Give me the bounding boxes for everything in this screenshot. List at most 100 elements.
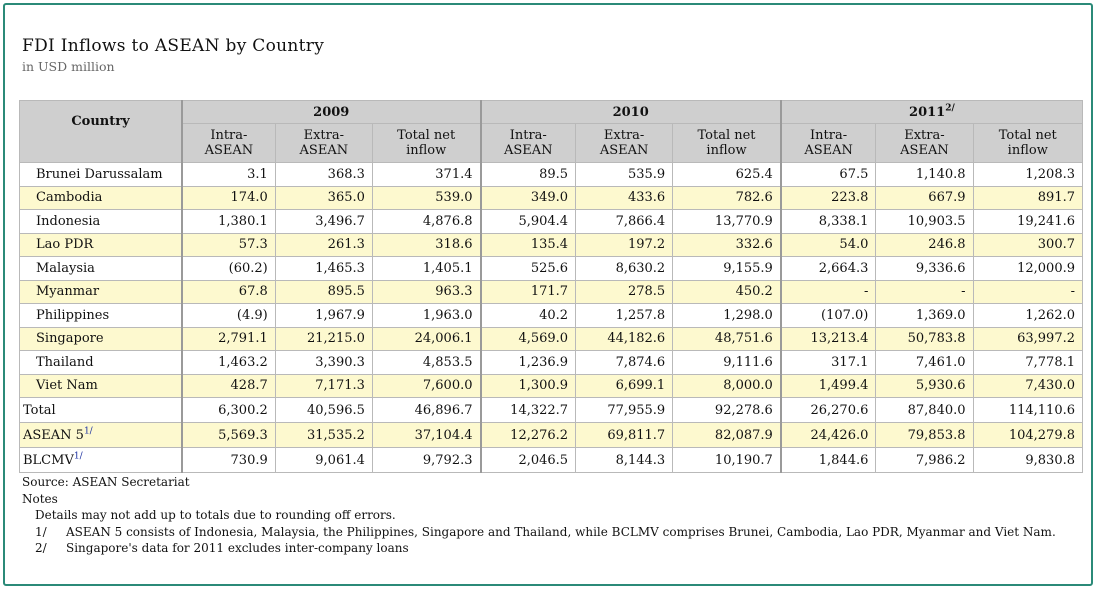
year-header-2009: 2009 bbox=[181, 100, 481, 124]
subheader-cell: Total net inflow bbox=[972, 123, 1084, 163]
value-cell: 67.8 bbox=[180, 279, 276, 304]
value-cell: 82,087.9 bbox=[672, 422, 782, 448]
value-cell: 4,876.8 bbox=[371, 209, 482, 234]
year-header-2010: 2010 bbox=[479, 100, 782, 124]
value-cell: 14,322.7 bbox=[479, 397, 577, 423]
value-cell: 625.4 bbox=[672, 162, 782, 187]
country-cell: Myanmar bbox=[19, 279, 183, 304]
value-cell: 10,190.7 bbox=[672, 447, 782, 473]
country-cell: Thailand bbox=[19, 350, 183, 375]
country-cell: Indonesia bbox=[19, 209, 183, 234]
value-cell: 57.3 bbox=[180, 232, 276, 257]
value-cell: 2,046.5 bbox=[479, 447, 577, 473]
summary-label: Total bbox=[23, 402, 56, 418]
note-1: 1/ASEAN 5 consists of Indonesia, Malaysi… bbox=[35, 524, 1056, 539]
subheader-cell: Extra-ASEAN bbox=[274, 123, 373, 163]
value-cell: 1,262.0 bbox=[972, 303, 1084, 328]
value-cell: - bbox=[875, 279, 974, 304]
value-cell: 40.2 bbox=[479, 303, 577, 328]
value-cell: 1,140.8 bbox=[875, 162, 974, 187]
value-cell: 40,596.5 bbox=[274, 397, 373, 423]
value-cell: 223.8 bbox=[779, 185, 877, 210]
value-cell: 104,279.8 bbox=[972, 422, 1084, 448]
value-cell: 667.9 bbox=[875, 185, 974, 210]
value-cell: 1,844.6 bbox=[779, 447, 877, 473]
subheader-cell: Extra-ASEAN bbox=[875, 123, 974, 163]
value-cell: 9,111.6 bbox=[672, 350, 782, 375]
value-cell: 92,278.6 bbox=[672, 397, 782, 423]
table-row: Singapore 2,791.1 21,215.0 24,006.1 4,569.0 4… bbox=[19, 326, 1084, 351]
value-cell: 8,144.3 bbox=[575, 447, 674, 473]
value-cell: 26,270.6 bbox=[779, 397, 877, 423]
subheader-cell: Total net inflow bbox=[672, 123, 782, 163]
value-cell: (4.9) bbox=[180, 303, 276, 328]
value-cell: 9,792.3 bbox=[371, 447, 482, 473]
value-cell: 7,866.4 bbox=[575, 209, 674, 234]
value-cell: 332.6 bbox=[672, 232, 782, 257]
table-row: Indonesia 1,380.1 3,496.7 4,876.8 5,904.4 7,8… bbox=[19, 209, 1084, 234]
value-cell: 31,535.2 bbox=[274, 422, 373, 448]
value-cell: (60.2) bbox=[180, 256, 276, 281]
table-row: Cambodia 174.0 365.0 539.0 349.0 433.6 782.6 22… bbox=[19, 185, 1084, 210]
value-cell: 535.9 bbox=[575, 162, 674, 187]
value-cell: 7,874.6 bbox=[575, 350, 674, 375]
value-cell: 174.0 bbox=[180, 185, 276, 210]
year-header-row: Country 2009 2010 20112/ bbox=[19, 100, 1083, 163]
value-cell: 2,791.1 bbox=[180, 326, 276, 351]
value-cell: 8,338.1 bbox=[779, 209, 877, 234]
value-cell: 8,000.0 bbox=[672, 373, 782, 398]
value-cell: 1,380.1 bbox=[180, 209, 276, 234]
value-cell: 5,904.4 bbox=[479, 209, 577, 234]
value-cell: 9,336.6 bbox=[875, 256, 974, 281]
source-line: Source: ASEAN Secretariat bbox=[22, 475, 190, 489]
value-cell: 368.3 bbox=[274, 162, 373, 187]
value-cell: 7,430.0 bbox=[972, 373, 1084, 398]
value-cell: 6,699.1 bbox=[575, 373, 674, 398]
value-cell: 300.7 bbox=[972, 232, 1084, 257]
value-cell: 1,405.1 bbox=[371, 256, 482, 281]
value-cell: 4,853.5 bbox=[371, 350, 482, 375]
value-cell: 4,569.0 bbox=[479, 326, 577, 351]
value-cell: 349.0 bbox=[479, 185, 577, 210]
value-cell: 21,215.0 bbox=[274, 326, 373, 351]
value-cell: 3.1 bbox=[180, 162, 276, 187]
value-cell: 539.0 bbox=[371, 185, 482, 210]
summary-label-cell: Total bbox=[19, 397, 183, 423]
value-cell: 278.5 bbox=[575, 279, 674, 304]
value-cell: 1,499.4 bbox=[779, 373, 877, 398]
value-cell: 1,236.9 bbox=[479, 350, 577, 375]
value-cell: - bbox=[779, 279, 877, 304]
asean5-row: ASEAN 51/5,569.3 31,535.2 37,104.4 12,276.2… bbox=[19, 422, 1084, 448]
value-cell: 782.6 bbox=[672, 185, 782, 210]
value-cell: 3,390.3 bbox=[274, 350, 373, 375]
value-cell: 1,967.9 bbox=[274, 303, 373, 328]
value-cell: 1,300.9 bbox=[479, 373, 577, 398]
year-header-2011: 20112/ bbox=[779, 100, 1083, 124]
value-cell: 318.6 bbox=[371, 232, 482, 257]
value-cell: 44,182.6 bbox=[575, 326, 674, 351]
subheader-cell: Intra-ASEAN bbox=[479, 123, 577, 163]
summary-label-cell: ASEAN 51/ bbox=[19, 422, 183, 448]
value-cell: 197.2 bbox=[575, 232, 674, 257]
value-cell: 1,963.0 bbox=[371, 303, 482, 328]
subheader-cell: Total net inflow bbox=[371, 123, 482, 163]
value-cell: 6,300.2 bbox=[180, 397, 276, 423]
value-cell: 12,276.2 bbox=[479, 422, 577, 448]
footnote-ref-1: 1/ bbox=[83, 426, 93, 437]
country-cell: Singapore bbox=[19, 326, 183, 351]
value-cell: 8,630.2 bbox=[575, 256, 674, 281]
value-cell: 317.1 bbox=[779, 350, 877, 375]
value-cell: 12,000.9 bbox=[972, 256, 1084, 281]
value-cell: 54.0 bbox=[779, 232, 877, 257]
blcmv-row: BLCMV1/730.9 9,061.4 9,792.3 2,046.5 8,144.3… bbox=[19, 447, 1084, 473]
value-cell: 7,986.2 bbox=[875, 447, 974, 473]
value-cell: - bbox=[972, 279, 1084, 304]
value-cell: 9,061.4 bbox=[274, 447, 373, 473]
value-cell: 246.8 bbox=[875, 232, 974, 257]
value-cell: 13,770.9 bbox=[672, 209, 782, 234]
value-cell: (107.0) bbox=[779, 303, 877, 328]
value-cell: 730.9 bbox=[180, 447, 276, 473]
value-cell: 171.7 bbox=[479, 279, 577, 304]
value-cell: 450.2 bbox=[672, 279, 782, 304]
value-cell: 79,853.8 bbox=[875, 422, 974, 448]
